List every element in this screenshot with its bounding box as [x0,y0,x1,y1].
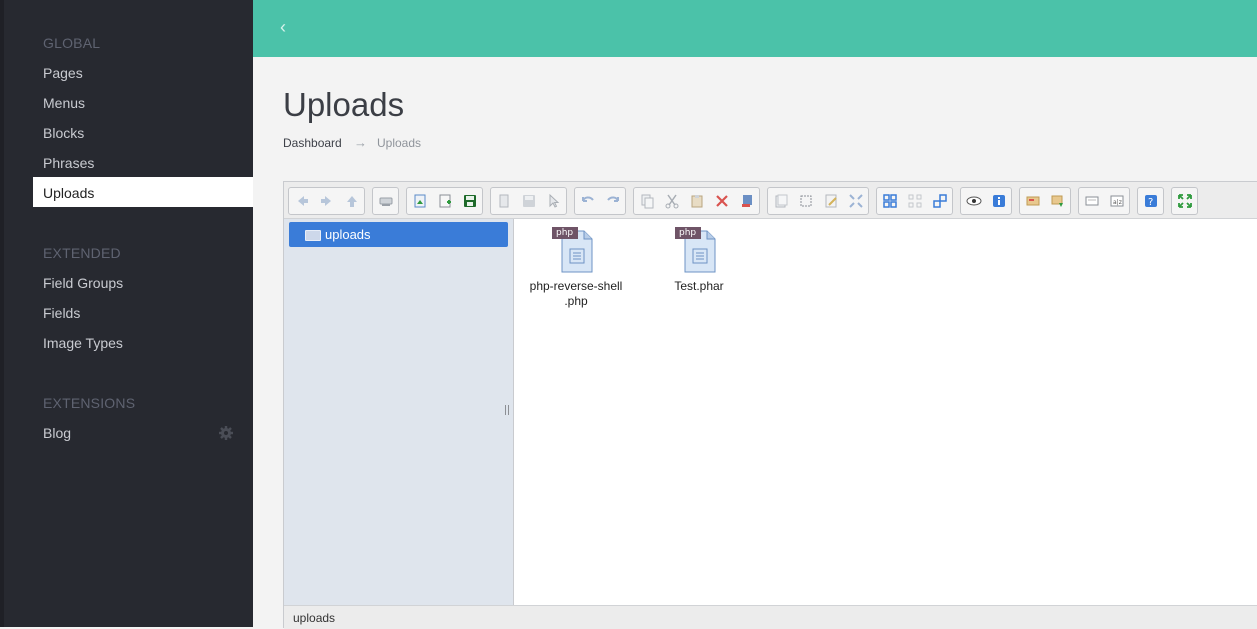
duplicate-icon[interactable] [768,188,793,214]
view-icon[interactable] [927,188,952,214]
file-manager: a|z ? uploads php php-reverse-shell .php… [283,181,1257,629]
section-title-global: GLOBAL [43,35,101,51]
sidebar-item-menus[interactable]: Menus [43,95,85,111]
preview-icon[interactable] [961,188,986,214]
icons-view-icon[interactable] [877,188,902,214]
file-badge: php [556,228,574,238]
fullscreen-icon[interactable] [1172,188,1197,214]
open-icon[interactable] [491,188,516,214]
empty-icon[interactable] [734,188,759,214]
save-disabled-icon[interactable] [516,188,541,214]
sidebar-item-fields[interactable]: Fields [43,305,80,321]
sidebar-item-pages[interactable]: Pages [43,65,83,81]
sort-icon[interactable] [1079,188,1104,214]
sidebar-item-image-types[interactable]: Image Types [43,335,123,351]
search-icon[interactable]: a|z [1104,188,1129,214]
status-path: uploads [293,611,336,625]
sidebar-item-blog[interactable]: Blog [43,425,71,441]
extract-icon[interactable] [1020,188,1045,214]
file-name: php-reverse-shell .php [529,279,623,308]
sidebar-item-blocks[interactable]: Blocks [43,125,84,141]
toolbar-group-help: ? [1137,187,1164,215]
toolbar-group-home [372,187,399,215]
toolbar-group-fullscreen [1171,187,1198,215]
chevron-left-icon[interactable]: ‹ [280,17,286,38]
page-title: Uploads [283,86,405,123]
new-file-icon[interactable] [432,188,457,214]
sidebar-item-uploads[interactable]: Uploads [33,177,253,207]
redo-icon[interactable] [600,188,625,214]
help-icon[interactable]: ? [1138,188,1163,214]
section-title-extended: EXTENDED [43,245,121,261]
pane-resize-handle[interactable] [505,405,509,415]
upload-icon[interactable] [407,188,432,214]
sidebar-item-field-groups[interactable]: Field Groups [43,275,123,291]
gear-icon[interactable] [218,425,234,441]
sidebar-item-phrases[interactable]: Phrases [43,155,94,171]
toolbar-group-info [960,187,1012,215]
toolbar-group-sort: a|z [1078,187,1130,215]
copy-icon[interactable] [634,188,659,214]
breadcrumb-separator: → [354,135,367,150]
save-icon[interactable] [457,188,482,214]
svg-text:a|z: a|z [1113,199,1122,206]
list-view-icon[interactable] [902,188,927,214]
file-name: Test.phar [674,279,724,293]
select-icon[interactable] [541,188,566,214]
toolbar-group-edit [490,187,567,215]
select-all-icon[interactable] [793,188,818,214]
file-item[interactable]: php Test.phar [644,225,754,294]
svg-text:?: ? [1148,197,1153,208]
toolbar-group-select [767,187,869,215]
forward-icon[interactable] [314,188,339,214]
breadcrumb-current: Uploads [377,136,422,150]
file-list: php php-reverse-shell .php php Test.phar [514,219,1257,605]
info-icon[interactable] [986,188,1011,214]
cut-icon[interactable] [659,188,684,214]
drive-icon [305,230,321,241]
php-file-icon: php [552,225,600,273]
breadcrumb-dashboard[interactable]: Dashboard [283,136,342,150]
top-bar [253,0,1257,57]
toolbar-group-archive [1019,187,1071,215]
home-icon[interactable] [373,188,398,214]
toolbar-group-navigation [288,187,365,215]
file-badge: php [679,228,697,238]
undo-icon[interactable] [575,188,600,214]
toolbar-group-views [876,187,953,215]
rename-icon[interactable] [818,188,843,214]
folder-tree: uploads [284,219,514,605]
paste-icon[interactable] [684,188,709,214]
file-item[interactable]: php php-reverse-shell .php [521,225,631,309]
toolbar-group-history [574,187,626,215]
sidebar: GLOBAL Pages Menus Blocks Phrases Upload… [0,0,253,627]
archive-icon[interactable] [1045,188,1070,214]
section-title-extensions: EXTENSIONS [43,395,136,411]
toolbar-group-create [406,187,483,215]
php-file-icon: php [675,225,723,273]
tree-item-label: uploads [325,227,371,242]
toolbar-group-clipboard [633,187,760,215]
up-icon[interactable] [339,188,364,214]
delete-icon[interactable] [709,188,734,214]
file-manager-toolbar: a|z ? [284,182,1257,219]
status-bar: uploads [284,605,1257,629]
sidebar-item-label: Uploads [43,185,95,201]
back-icon[interactable] [289,188,314,214]
resize-icon[interactable] [843,188,868,214]
tree-item-uploads[interactable]: uploads [289,222,508,247]
sidebar-edge [0,0,4,627]
